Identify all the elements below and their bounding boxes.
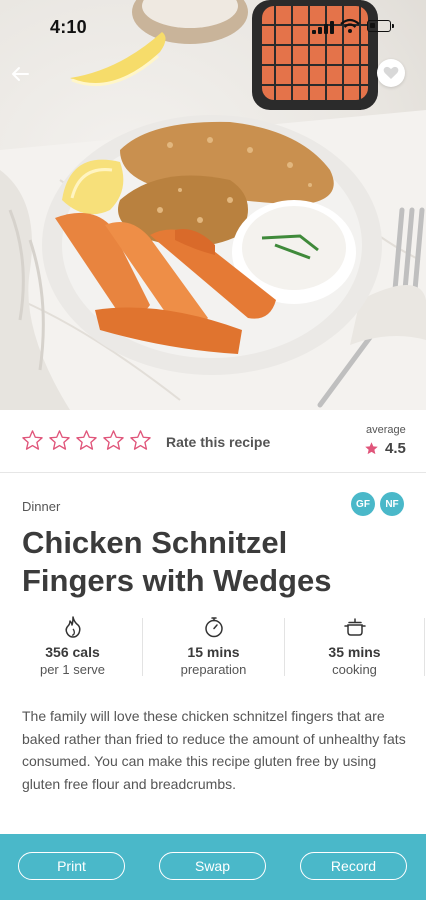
recipe-stats: 356 cals per 1 serve 15 mins preparation… (0, 612, 426, 678)
average-rating: 4.5 (364, 439, 406, 457)
back-arrow-icon[interactable] (8, 62, 32, 86)
status-time: 4:10 (50, 17, 87, 37)
average-rating-value: 4.5 (385, 439, 406, 457)
heart-icon (383, 66, 399, 79)
rating-stars (21, 429, 152, 453)
preparation-value: 15 mins (187, 644, 240, 660)
recipe-category: Dinner (22, 499, 61, 514)
cooking-stat: 35 mins cooking (284, 612, 425, 678)
star-outline-icon[interactable] (75, 429, 98, 452)
rating-row: Rate this recipe average 4.5 (0, 410, 426, 473)
star-outline-icon[interactable] (102, 429, 125, 452)
action-bar: Print Swap Record (0, 834, 426, 900)
calories-value: 356 cals (45, 644, 100, 660)
rate-recipe-label[interactable]: Rate this recipe (166, 434, 270, 450)
recipe-description: The family will love these chicken schni… (22, 708, 406, 792)
recipe-hero-image (0, 0, 426, 410)
stopwatch-icon (204, 617, 223, 638)
star-outline-icon[interactable] (48, 429, 71, 452)
stat-divider (424, 618, 425, 676)
star-outline-icon[interactable] (21, 429, 44, 452)
favourite-button[interactable] (377, 59, 405, 87)
cooking-label: cooking (332, 662, 377, 677)
calories-stat: 356 cals per 1 serve (2, 612, 143, 678)
swap-button[interactable]: Swap (159, 852, 266, 880)
cooking-value: 35 mins (328, 644, 381, 660)
average-label: average (366, 424, 406, 436)
print-button[interactable]: Print (18, 852, 125, 880)
cooking-pot-icon (343, 618, 366, 636)
status-bar: 4:10 (0, 0, 426, 56)
wifi-icon (340, 18, 360, 33)
preparation-label: preparation (180, 662, 247, 677)
preparation-stat: 15 mins preparation (143, 612, 284, 678)
calories-label: per 1 serve (39, 662, 106, 677)
recipe-title: Chicken Schnitzel Fingers with Wedges (22, 525, 332, 598)
nut-free-badge: NF (380, 492, 404, 516)
record-button[interactable]: Record (300, 852, 407, 880)
flame-icon (64, 616, 81, 638)
signal-icon (312, 21, 334, 34)
battery-icon (367, 20, 394, 32)
star-filled-icon (365, 441, 378, 454)
star-outline-icon[interactable] (129, 429, 152, 452)
gluten-free-badge: GF (351, 492, 375, 516)
